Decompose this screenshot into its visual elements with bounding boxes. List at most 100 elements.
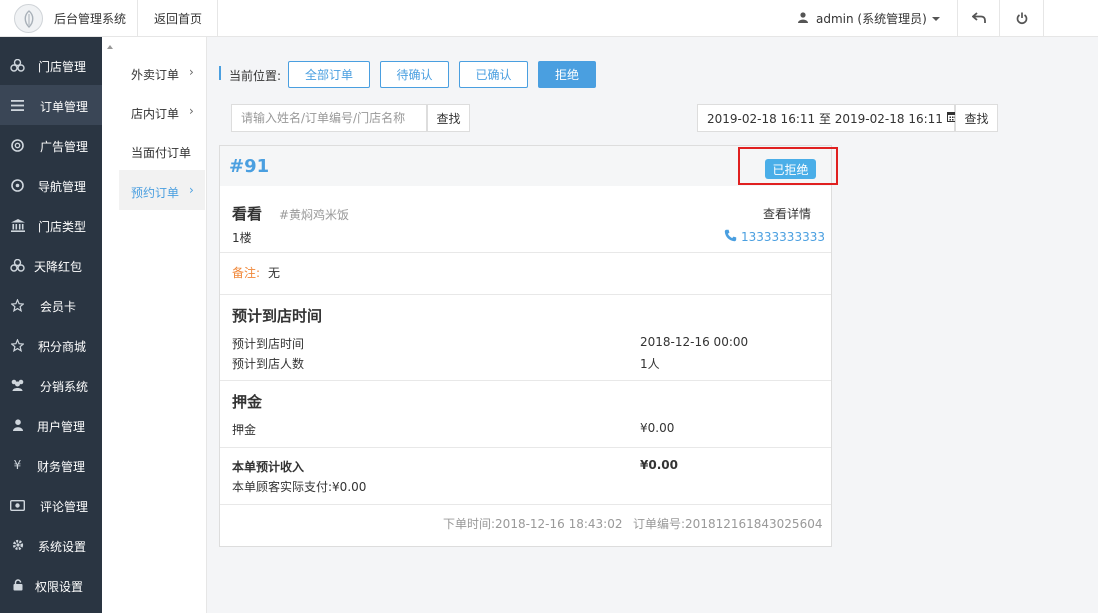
customer-name: 看看 xyxy=(232,205,263,223)
chevron-right-icon: › xyxy=(189,183,194,197)
scroll-up-icon[interactable] xyxy=(107,45,113,49)
sidebar-item-ads[interactable]: 广告管理 xyxy=(0,125,102,165)
sidebar-item-finance[interactable]: ¥ 财务管理 xyxy=(0,445,102,485)
lock-icon xyxy=(10,578,25,592)
app-logo[interactable] xyxy=(14,4,43,33)
view-detail-link[interactable]: 查看详情 xyxy=(763,205,811,222)
star-icon xyxy=(10,298,25,312)
sidebar-item-member-card[interactable]: 会员卡 xyxy=(0,285,102,325)
stores-icon xyxy=(10,258,25,272)
store-tag: #黄焖鸡米饭 xyxy=(279,208,350,222)
date-range-picker[interactable]: 2019-02-18 16:11 至 2019-02-18 16:11 xyxy=(697,104,958,132)
search-button[interactable]: 查找 xyxy=(427,104,470,132)
income-value: ¥0.00 xyxy=(640,458,678,472)
menu-lines-icon xyxy=(10,98,25,112)
sidebar-item-label: 门店类型 xyxy=(38,220,87,234)
bank-icon xyxy=(10,218,25,232)
subnav-item-label: 店内订单 xyxy=(131,107,180,121)
user-name: admin (系统管理员) xyxy=(816,12,927,26)
sidebar-item-permissions[interactable]: 权限设置 xyxy=(0,565,102,605)
divider xyxy=(1043,0,1044,37)
user-menu[interactable]: admin (系统管理员) xyxy=(798,10,940,27)
phone-icon xyxy=(724,229,737,245)
user-icon xyxy=(798,11,808,26)
sidebar-item-distribution[interactable]: 分销系统 xyxy=(0,365,102,405)
deposit-label: 押金 xyxy=(232,423,257,437)
floor-text: 1楼 xyxy=(232,231,252,245)
income-label: 本单预计收入 xyxy=(232,460,305,474)
sidebar-item-label: 广告管理 xyxy=(40,140,89,154)
top-bar: 后台管理系统 返回首页 admin (系统管理员) xyxy=(0,0,1098,37)
filter-pending-button[interactable]: 待确认 xyxy=(380,61,449,88)
sidebar-item-stores[interactable]: 门店管理 xyxy=(0,45,102,85)
chevron-right-icon: › xyxy=(189,104,194,118)
divider xyxy=(220,447,831,448)
paid-amount: 本单顾客实际支付:¥0.00 xyxy=(232,480,367,494)
sidebar-item-label: 天降红包 xyxy=(34,260,83,274)
divider xyxy=(957,0,958,37)
deposit-section-title: 押金 xyxy=(232,393,263,411)
compass-icon xyxy=(10,178,25,192)
stores-icon xyxy=(10,58,25,72)
sub-nav: 外卖订单 › 店内订单 › 当面付订单 预约订单 › xyxy=(102,37,207,613)
sidebar-item-label: 导航管理 xyxy=(38,180,87,194)
sidebar-item-label: 积分商城 xyxy=(38,340,87,354)
sidebar-item-users[interactable]: 用户管理 xyxy=(0,405,102,445)
gear-icon xyxy=(10,538,25,552)
sidebar-item-label: 订单管理 xyxy=(40,100,89,114)
note-value: 无 xyxy=(268,266,281,280)
back-home-link[interactable]: 返回首页 xyxy=(154,10,202,27)
status-badge: 已拒绝 xyxy=(765,159,816,179)
sidebar-item-comments[interactable]: 评论管理 xyxy=(0,485,102,525)
filter-rejected-button[interactable]: 拒绝 xyxy=(538,61,596,88)
deposit-value: ¥0.00 xyxy=(640,421,675,435)
sidebar-item-red-packet[interactable]: 天降红包 xyxy=(0,245,102,285)
sidebar-item-label: 分销系统 xyxy=(40,380,89,394)
arrival-people-value: 1人 xyxy=(640,357,660,371)
user-icon xyxy=(10,418,25,432)
phone-number: 13333333333 xyxy=(741,230,825,244)
divider xyxy=(220,504,831,505)
subnav-item-label: 外卖订单 xyxy=(131,68,180,82)
arrival-time-label: 预计到店时间 xyxy=(232,337,305,351)
sidebar-item-label: 财务管理 xyxy=(37,460,86,474)
order-number: #91 xyxy=(229,156,270,177)
sidebar-item-orders[interactable]: 订单管理 xyxy=(0,85,102,125)
sidebar-item-label: 用户管理 xyxy=(37,420,86,434)
subnav-item-label: 预约订单 xyxy=(131,186,180,200)
logo-mark-icon xyxy=(24,10,34,28)
date-range-value: 2019-02-18 16:11 至 2019-02-18 16:11 xyxy=(707,111,943,126)
order-code: 订单编号:201812161843025604 xyxy=(633,517,823,531)
app-title: 后台管理系统 xyxy=(54,12,127,26)
subnav-item-dine-in[interactable]: 店内订单 › xyxy=(119,91,205,131)
arrival-time-value: 2018-12-16 00:00 xyxy=(640,335,749,349)
undo-icon[interactable] xyxy=(970,9,988,27)
users-icon xyxy=(10,378,25,392)
power-icon[interactable] xyxy=(1013,9,1031,27)
crumb-marker xyxy=(219,66,221,80)
divider xyxy=(220,294,831,295)
breadcrumb: 当前位置: xyxy=(229,69,282,83)
sidebar-item-label: 会员卡 xyxy=(40,300,77,314)
comment-icon xyxy=(10,498,25,512)
filter-confirmed-button[interactable]: 已确认 xyxy=(459,61,528,88)
date-search-button[interactable]: 查找 xyxy=(955,104,998,132)
subnav-item-face-pay[interactable]: 当面付订单 xyxy=(119,130,205,170)
arrival-people-label: 预计到店人数 xyxy=(232,357,305,371)
sidebar-item-nav[interactable]: 导航管理 xyxy=(0,165,102,205)
sidebar-item-points-mall[interactable]: 积分商城 xyxy=(0,325,102,365)
divider xyxy=(217,0,218,37)
phone-link[interactable]: 13333333333 xyxy=(724,229,825,245)
divider xyxy=(999,0,1000,37)
subnav-item-delivery[interactable]: 外卖订单 › xyxy=(119,52,205,92)
sidebar-item-label: 权限设置 xyxy=(35,580,84,594)
lifebuoy-icon xyxy=(10,138,25,152)
sidebar-item-settings[interactable]: 系统设置 xyxy=(0,525,102,565)
divider xyxy=(137,0,138,37)
sidebar: 门店管理 订单管理 广告管理 导航管理 门店类型 天降红包 会员卡 积分商城 分… xyxy=(0,37,102,613)
search-input[interactable] xyxy=(231,104,427,132)
filter-all-button[interactable]: 全部订单 xyxy=(288,61,370,88)
sidebar-item-label: 门店管理 xyxy=(38,60,87,74)
subnav-item-reservation[interactable]: 预约订单 › xyxy=(119,170,205,210)
sidebar-item-store-types[interactable]: 门店类型 xyxy=(0,205,102,245)
